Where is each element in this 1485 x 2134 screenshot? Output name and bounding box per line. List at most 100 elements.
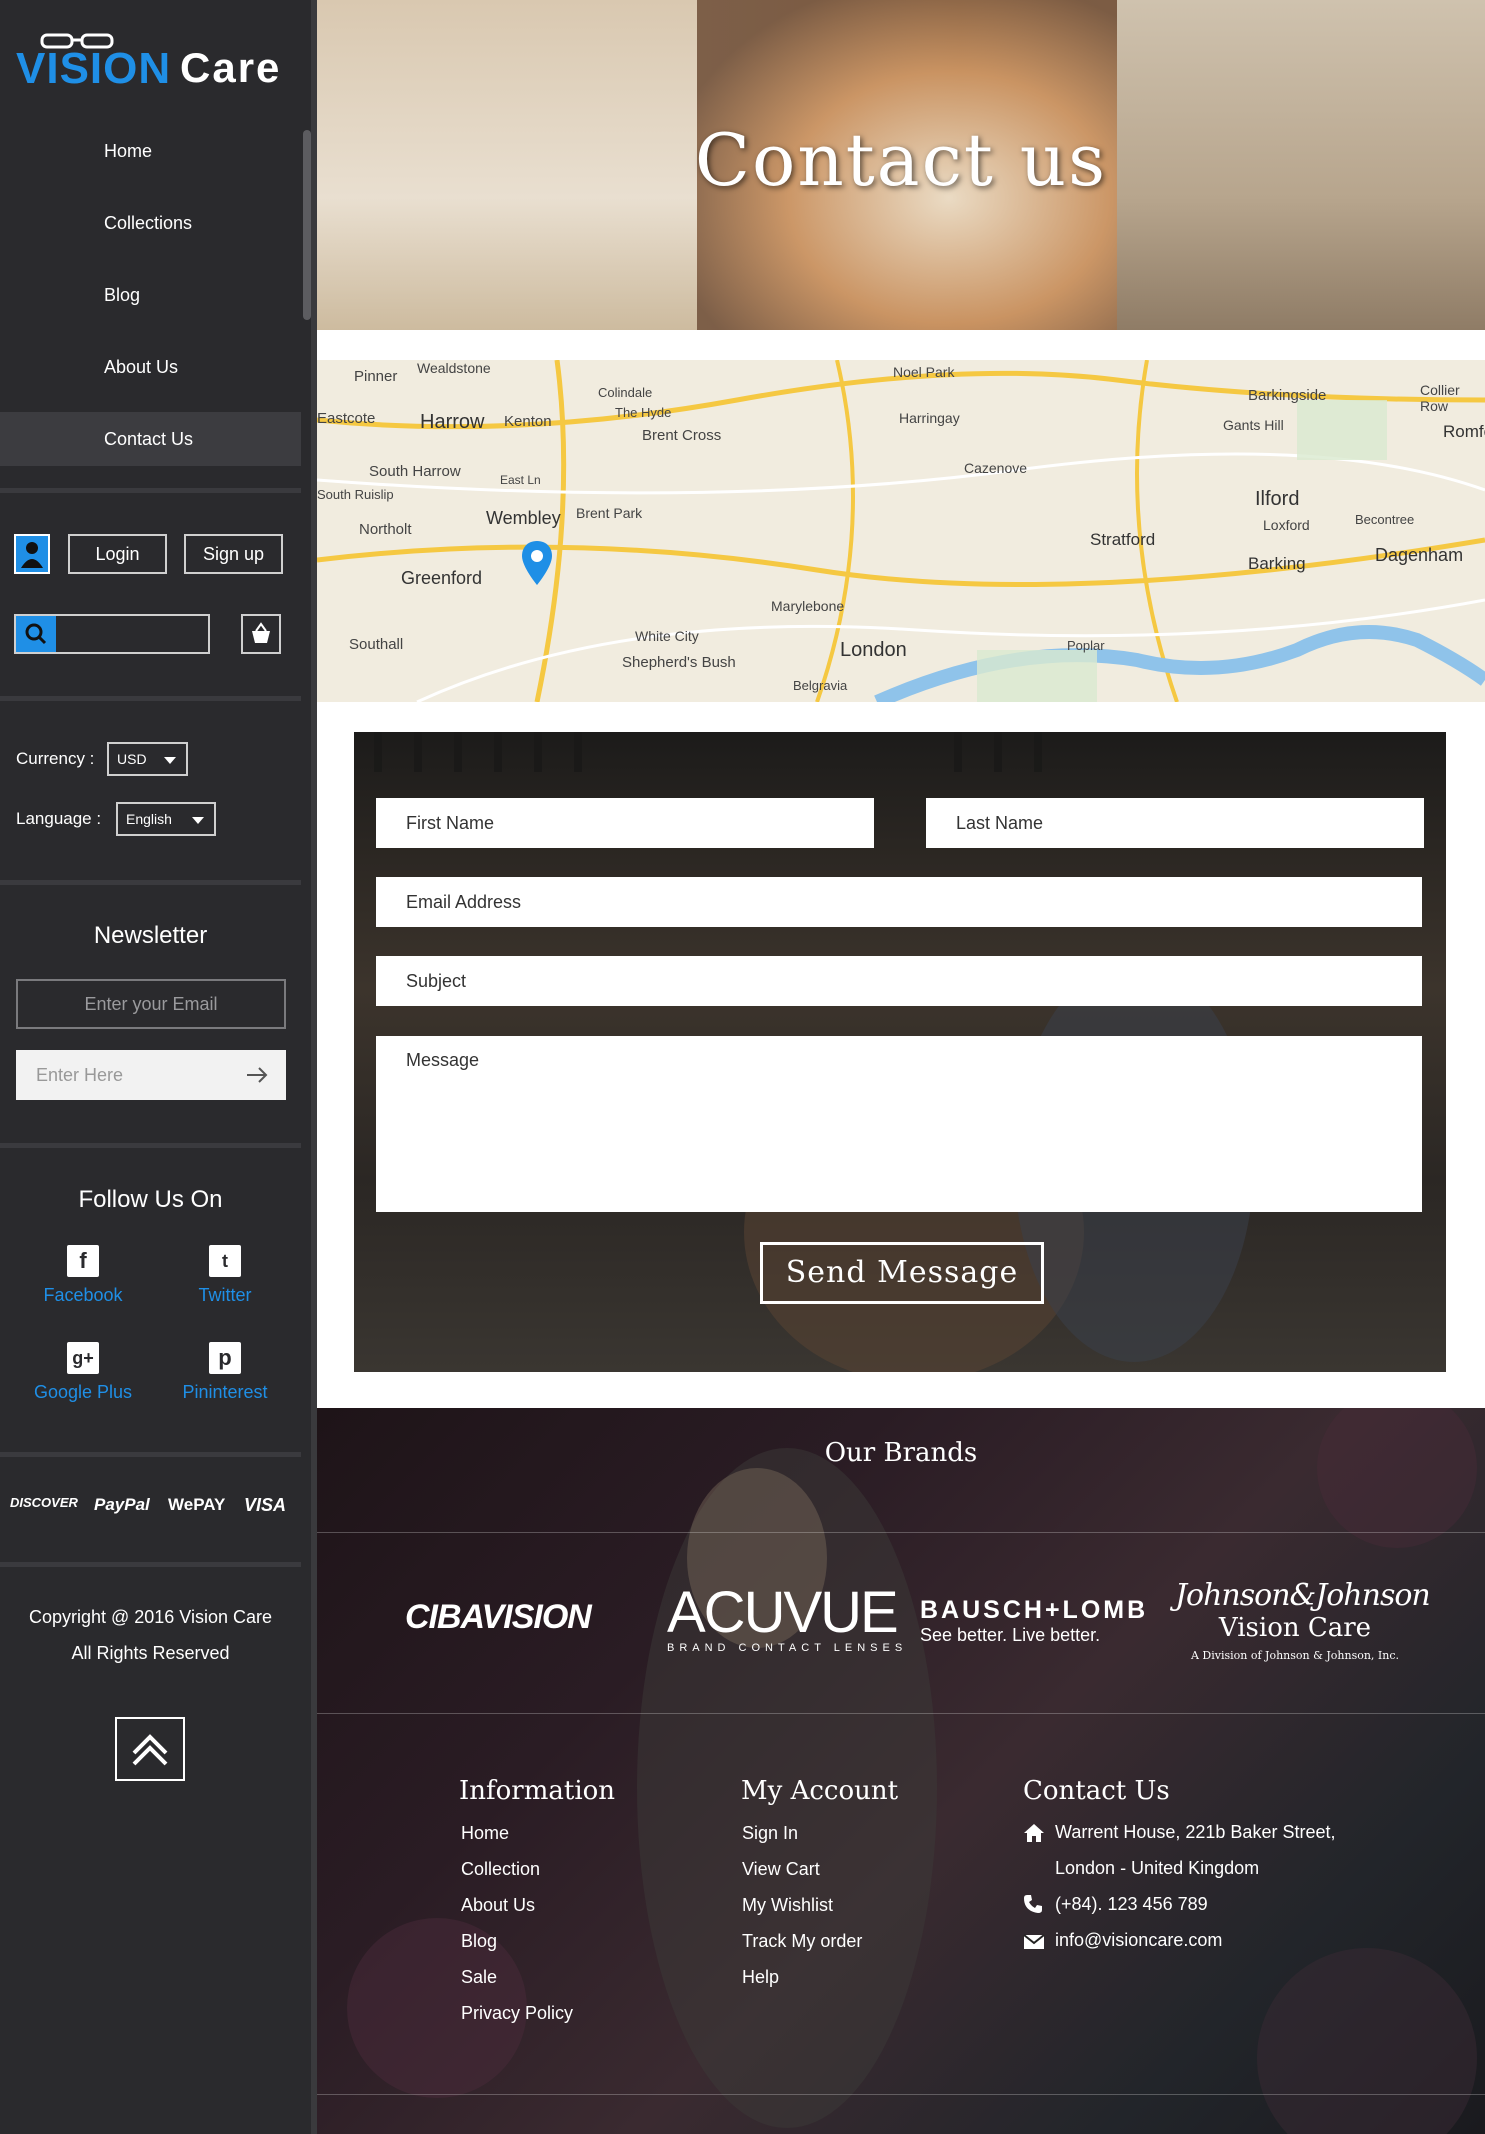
information-title: Information [459, 1776, 616, 1806]
map-label: Marylebone [771, 598, 845, 614]
map-label: East Ln [500, 473, 541, 487]
map-label: Northolt [359, 521, 412, 538]
footer-link-my-wishlist[interactable]: My Wishlist [742, 1895, 833, 1916]
brand-acuvue[interactable]: ACUVUE BRAND CONTACT LENSES [667, 1580, 907, 1655]
chevron-down-icon [164, 757, 176, 764]
map-label: Ilford [1255, 488, 1300, 510]
currency-value: USD [117, 751, 147, 767]
map-pin-icon[interactable] [520, 540, 554, 591]
contact-email[interactable]: info@visioncare.com [1055, 1930, 1222, 1951]
arrow-right-icon[interactable] [246, 1067, 268, 1083]
map-label: Pinner [354, 368, 398, 385]
map-label: Belgravia [793, 678, 848, 693]
footer-link-collection[interactable]: Collection [461, 1859, 540, 1880]
nav-item-contact-us[interactable]: Contact Us [0, 412, 301, 466]
map-label: South Ruislip [317, 487, 394, 502]
login-button[interactable]: Login [68, 534, 167, 574]
language-select[interactable]: English [116, 802, 216, 836]
sidebar-divider [0, 1562, 301, 1567]
enter-placeholder: Enter Here [36, 1065, 124, 1085]
pinterest-link[interactable]: p Pininterest [155, 1342, 295, 1403]
social-label: Pininterest [182, 1382, 268, 1402]
footer-divider [317, 1713, 1485, 1714]
map-label: London [840, 639, 907, 661]
brand-jj-name: Johnson&Johnson [1175, 1578, 1431, 1613]
sidebar-divider [0, 1143, 301, 1148]
payment-wepay: WePAY [168, 1495, 226, 1514]
brands-title: Our Brands [824, 1438, 978, 1468]
cart-icon[interactable] [241, 614, 281, 654]
user-icon[interactable] [14, 534, 50, 574]
map-label: Harrow [420, 411, 485, 433]
logo-text-vision: VISION [16, 44, 172, 93]
social-label: Google Plus [33, 1382, 133, 1402]
map-label: Romford [1443, 422, 1485, 441]
map-label: Brent Park [576, 505, 643, 521]
map-label: Collier Row [1420, 382, 1460, 414]
home-icon [1024, 1824, 1044, 1842]
map-label: Noel Park [893, 364, 955, 380]
google-plus-link[interactable]: g+ Google Plus [13, 1342, 153, 1403]
sidebar-divider [0, 880, 301, 885]
nav-item-about-us[interactable]: About Us [0, 340, 301, 394]
language-label: Language : [16, 809, 102, 828]
map-label: Brent Cross [642, 427, 722, 444]
subject-input[interactable]: Subject [376, 956, 1422, 1006]
hero-banner: Contact us [317, 0, 1485, 330]
last-name-input[interactable]: Last Name [926, 798, 1424, 848]
payment-discover: DISCOVER [10, 1495, 78, 1510]
logo-text-care: Care [180, 44, 282, 91]
nav-label: About Us [104, 357, 179, 377]
back-to-top-button[interactable] [115, 1717, 185, 1781]
nav-item-collections[interactable]: Collections [0, 196, 301, 250]
footer-link-home[interactable]: Home [461, 1823, 509, 1844]
search-icon[interactable] [16, 616, 56, 652]
first-name-input[interactable]: First Name [376, 798, 874, 848]
currency-label: Currency : [16, 749, 95, 768]
mail-icon [1023, 1934, 1045, 1949]
footer-link-sign-in[interactable]: Sign In [742, 1823, 798, 1844]
map-label: Kenton [504, 413, 552, 430]
newsletter-email-input[interactable]: Enter your Email [16, 979, 286, 1029]
facebook-link[interactable]: f Facebook [13, 1245, 153, 1306]
footer-link-help[interactable]: Help [742, 1967, 779, 1988]
nav-label: Contact Us [104, 429, 194, 449]
account-title: My Account [741, 1776, 899, 1806]
send-message-button[interactable]: Send Message [760, 1242, 1044, 1304]
brand-johnson-johnson[interactable]: Johnson&Johnson Vision Care A Division o… [1175, 1578, 1431, 1662]
twitter-link[interactable]: t Twitter [155, 1245, 295, 1306]
newsletter-enter-input[interactable]: Enter Here [16, 1050, 286, 1100]
map-label: Becontree [1355, 512, 1415, 527]
map-label: Southall [349, 636, 404, 653]
footer: Our Brands CIBAVISION ACUVUE BRAND CONTA… [317, 1408, 1485, 2134]
map-label: Wembley [486, 508, 561, 528]
map-label: Barkingside [1248, 387, 1327, 404]
footer-divider [317, 1532, 1485, 1533]
brand-bausch-name: BAUSCH+LOMB [920, 1596, 1149, 1624]
nav-item-blog[interactable]: Blog [0, 268, 301, 322]
brand-bausch-lomb[interactable]: BAUSCH+LOMB See better. Live better. [920, 1596, 1148, 1646]
follow-title: Follow Us On [78, 1186, 223, 1213]
map-label: Cazenove [964, 460, 1028, 476]
email-input[interactable]: Email Address [376, 877, 1422, 927]
brand-ciba-vision[interactable]: CIBAVISION [405, 1598, 592, 1637]
location-map[interactable]: Pinner Wealdstone Harrow Kenton Colindal… [317, 360, 1485, 702]
nav-item-home[interactable]: Home [0, 124, 301, 178]
search-input[interactable] [14, 614, 210, 654]
brand-jj-sub2: A Division of Johnson & Johnson, Inc. [1190, 1649, 1400, 1662]
contact-phone[interactable]: (+84). 123 456 789 [1055, 1894, 1208, 1915]
footer-link-view-cart[interactable]: View Cart [742, 1859, 820, 1880]
brand-acuvue-name: ACUVUE [667, 1580, 899, 1645]
payment-paypal: PayPal [94, 1495, 150, 1514]
currency-select[interactable]: USD [107, 742, 188, 776]
sidebar-scrollbar[interactable] [303, 130, 311, 320]
social-label: Twitter [198, 1285, 252, 1305]
newsletter-title: Newsletter [93, 922, 208, 949]
message-textarea[interactable]: Message [376, 1036, 1422, 1212]
footer-link-sale[interactable]: Sale [461, 1967, 497, 1988]
footer-link-blog[interactable]: Blog [461, 1931, 497, 1952]
footer-link-privacy-policy[interactable]: Privacy Policy [461, 2003, 573, 2024]
signup-button[interactable]: Sign up [184, 534, 283, 574]
footer-link-track-order[interactable]: Track My order [742, 1931, 862, 1952]
footer-link-about-us[interactable]: About Us [461, 1895, 535, 1916]
